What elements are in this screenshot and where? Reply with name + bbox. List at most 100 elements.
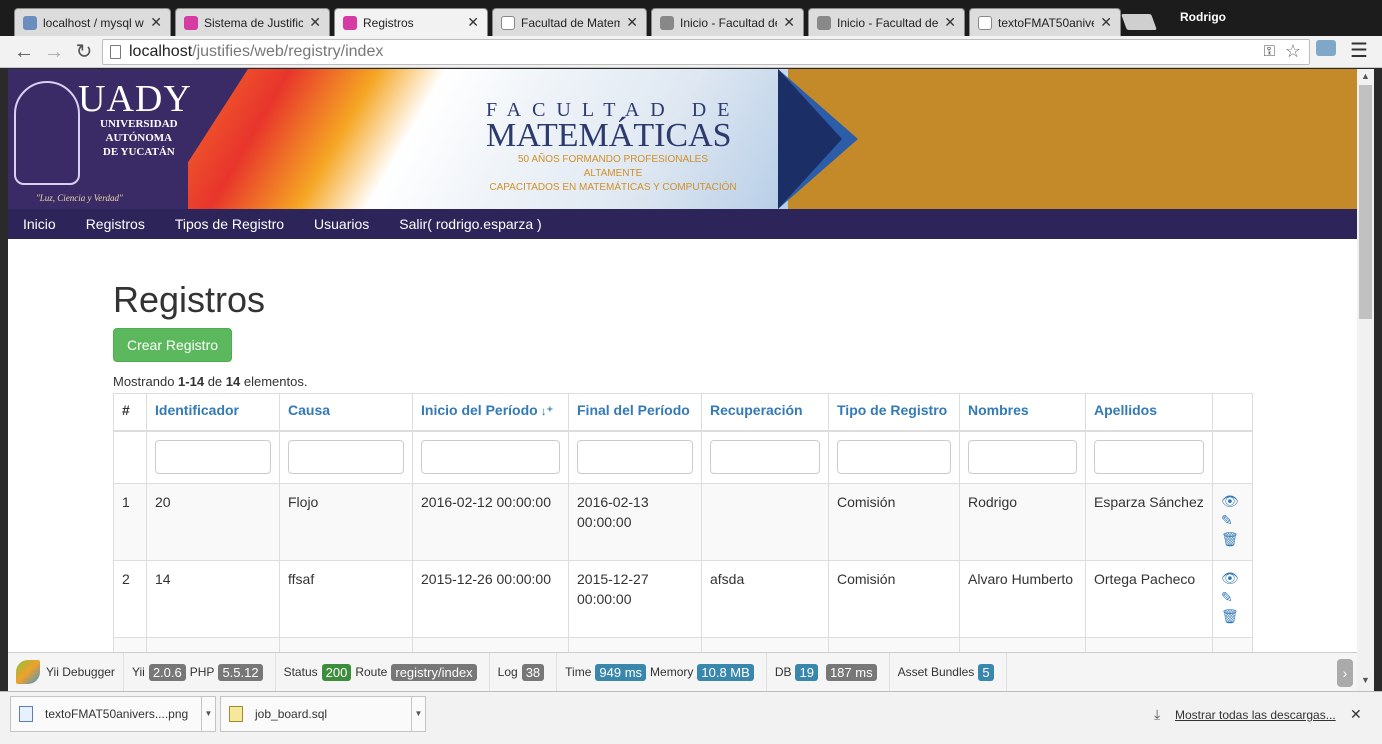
grid-summary: Mostrando 1-14 de 14 elementos. xyxy=(113,374,308,389)
edit-pencil-icon[interactable]: ✎ xyxy=(1221,511,1244,530)
browser-toolbar: ← → ↻ localhost/justifies/web/registry/i… xyxy=(0,36,1382,68)
filter-inicio-input[interactable] xyxy=(421,439,560,474)
faculty-name: MATEMÁTICAS xyxy=(486,117,732,154)
debug-toggle-chevron-icon[interactable]: › xyxy=(1337,659,1353,687)
site-icon xyxy=(660,15,674,30)
download-item-png[interactable]: textoFMAT50anivers....png ▼ xyxy=(10,696,216,732)
filter-recuperacion-input[interactable] xyxy=(710,439,820,474)
browser-tab-strip: localhost / mysql wa ✕ Sistema de Justif… xyxy=(0,0,1382,36)
back-arrow-icon[interactable]: ← xyxy=(12,40,36,64)
debug-yii-version[interactable]: Yii 2.0.6 PHP 5.5.12 xyxy=(124,652,276,692)
close-icon[interactable]: ✕ xyxy=(944,14,956,31)
download-item-sql[interactable]: job_board.sql ▼ xyxy=(220,696,426,732)
filter-nombres-input[interactable] xyxy=(968,439,1077,474)
filter-causa-input[interactable] xyxy=(288,439,404,474)
nav-tipos-registro[interactable]: Tipos de Registro xyxy=(160,209,299,239)
site-icon xyxy=(817,15,831,30)
page-icon xyxy=(978,15,992,30)
debug-db[interactable]: DB 19 187 ms xyxy=(767,652,890,692)
debug-profiling[interactable]: Time 949 ms Memory 10.8 MB xyxy=(557,652,767,692)
delete-trash-icon[interactable]: 🗑 xyxy=(1221,607,1244,626)
col-header-identificador[interactable]: Identificador xyxy=(146,393,280,432)
filter-tipo-input[interactable] xyxy=(837,439,951,474)
view-eye-icon[interactable]: 👁 xyxy=(1221,569,1244,588)
filter-apellidos-input[interactable] xyxy=(1094,439,1204,474)
address-bar[interactable]: localhost/justifies/web/registry/index ⚿… xyxy=(102,39,1310,65)
scroll-up-arrow-icon[interactable]: ▲ xyxy=(1361,71,1370,81)
tab-facultad-matematicas[interactable]: Facultad de Matema ✕ xyxy=(492,8,647,36)
tab-inicio-facultad-1[interactable]: Inicio - Facultad de ✕ xyxy=(651,8,804,36)
tab-sistema-justificaciones[interactable]: Sistema de Justifica ✕ xyxy=(175,8,330,36)
debugger-home[interactable]: Yii Debugger xyxy=(8,652,124,692)
table-row: 2 14 ffsaf 2015-12-26 00:00:00 2015-12-2… xyxy=(113,560,1253,638)
close-icon[interactable]: ✕ xyxy=(1100,14,1112,31)
university-seal-logo xyxy=(14,81,80,185)
nav-registros[interactable]: Registros xyxy=(71,209,160,239)
debug-request[interactable]: Status 200 Route registry/index xyxy=(276,652,490,692)
debug-log[interactable]: Log 38 xyxy=(490,652,558,692)
key-icon[interactable]: ⚿ xyxy=(1264,40,1275,64)
nav-logout[interactable]: Salir( rodrigo.esparza ) xyxy=(384,209,556,239)
col-header-tipo[interactable]: Tipo de Registro xyxy=(828,393,960,432)
profile-name[interactable]: Rodrigo xyxy=(1180,10,1226,24)
tab-inicio-facultad-2[interactable]: Inicio - Facultad de ✕ xyxy=(808,8,965,36)
col-header-final[interactable]: Final del Período xyxy=(568,393,702,432)
image-file-icon xyxy=(19,706,33,722)
scrollbar-thumb[interactable] xyxy=(1359,85,1372,319)
show-all-downloads-link[interactable]: Mostrar todas las descargas... xyxy=(1175,708,1336,722)
debug-assets[interactable]: Asset Bundles 5 xyxy=(890,652,1007,692)
filter-identificador-input[interactable] xyxy=(155,439,271,474)
page-icon xyxy=(110,45,121,59)
col-header-num: # xyxy=(113,393,147,432)
close-icon[interactable]: ✕ xyxy=(626,14,638,31)
scroll-down-arrow-icon[interactable]: ▼ xyxy=(1361,675,1370,685)
filter-final-input[interactable] xyxy=(577,439,693,474)
tab-phpmyadmin[interactable]: localhost / mysql wa ✕ xyxy=(14,8,171,36)
col-header-apellidos[interactable]: Apellidos xyxy=(1085,393,1213,432)
nav-usuarios[interactable]: Usuarios xyxy=(299,209,384,239)
nav-inicio[interactable]: Inicio xyxy=(8,209,71,239)
page-scrollbar[interactable]: ▲ ▼ xyxy=(1357,69,1374,691)
edit-pencil-icon[interactable]: ✎ xyxy=(1221,588,1244,607)
phpmyadmin-icon xyxy=(23,15,37,30)
page-viewport: UADY UNIVERSIDAD AUTÓNOMA DE YUCATÁN "Lu… xyxy=(8,69,1357,652)
delete-trash-icon[interactable]: 🗑 xyxy=(1221,530,1244,549)
camera-icon[interactable] xyxy=(1316,40,1336,56)
col-header-nombres[interactable]: Nombres xyxy=(959,393,1086,432)
col-header-causa[interactable]: Causa xyxy=(279,393,413,432)
chevron-down-icon[interactable]: ▼ xyxy=(411,697,425,731)
yii-icon xyxy=(343,15,357,30)
create-registry-button[interactable]: Crear Registro xyxy=(113,328,232,362)
university-name: UNIVERSIDAD AUTÓNOMA DE YUCATÁN xyxy=(100,118,178,158)
forward-arrow-icon[interactable]: → xyxy=(42,40,66,64)
close-icon[interactable]: ✕ xyxy=(150,14,162,31)
row-actions: 👁 ✎ 🗑 xyxy=(1212,483,1253,561)
view-eye-icon[interactable]: 👁 xyxy=(1221,492,1244,511)
faculty-banner: UADY UNIVERSIDAD AUTÓNOMA DE YUCATÁN "Lu… xyxy=(8,69,1357,209)
table-row: 1 20 Flojo 2016-02-12 00:00:00 2016-02-1… xyxy=(113,483,1253,561)
tab-registros[interactable]: Registros ✕ xyxy=(334,8,488,36)
hamburger-menu-icon[interactable]: ☰ xyxy=(1350,38,1368,63)
tab-texto-fmat[interactable]: textoFMAT50aniver ✕ xyxy=(969,8,1121,36)
close-icon[interactable]: ✕ xyxy=(783,14,795,31)
downloads-shelf: textoFMAT50anivers....png ▼ job_board.sq… xyxy=(0,691,1382,744)
col-header-actions xyxy=(1212,393,1253,432)
faculty-tagline: 50 AÑOS FORMANDO PROFESIONALES ALTAMENTE… xyxy=(489,154,737,193)
registry-grid: # Identificador Causa Inicio del Período… xyxy=(113,393,1253,652)
close-icon[interactable]: ✕ xyxy=(309,14,321,31)
close-icon[interactable]: ✕ xyxy=(467,14,479,31)
yii-logo-icon xyxy=(16,660,40,684)
new-tab-button[interactable] xyxy=(1121,14,1157,30)
col-header-recuperacion[interactable]: Recuperación xyxy=(701,393,829,432)
header-row: # Identificador Causa Inicio del Período… xyxy=(113,393,1253,432)
uady-logo-text: UADY xyxy=(78,78,192,120)
chevron-down-icon[interactable]: ▼ xyxy=(201,697,215,731)
sort-ascending-icon: ↓⁺ xyxy=(540,404,554,418)
reload-icon[interactable]: ↻ xyxy=(72,40,96,64)
download-arrow-icon: ⤓ xyxy=(1154,706,1161,722)
col-header-inicio[interactable]: Inicio del Período ↓⁺ xyxy=(412,393,569,432)
bookmark-star-icon[interactable]: ☆ xyxy=(1285,39,1301,63)
yii-icon xyxy=(184,15,198,30)
page-icon xyxy=(501,15,515,30)
close-icon[interactable]: ✕ xyxy=(1350,706,1362,723)
